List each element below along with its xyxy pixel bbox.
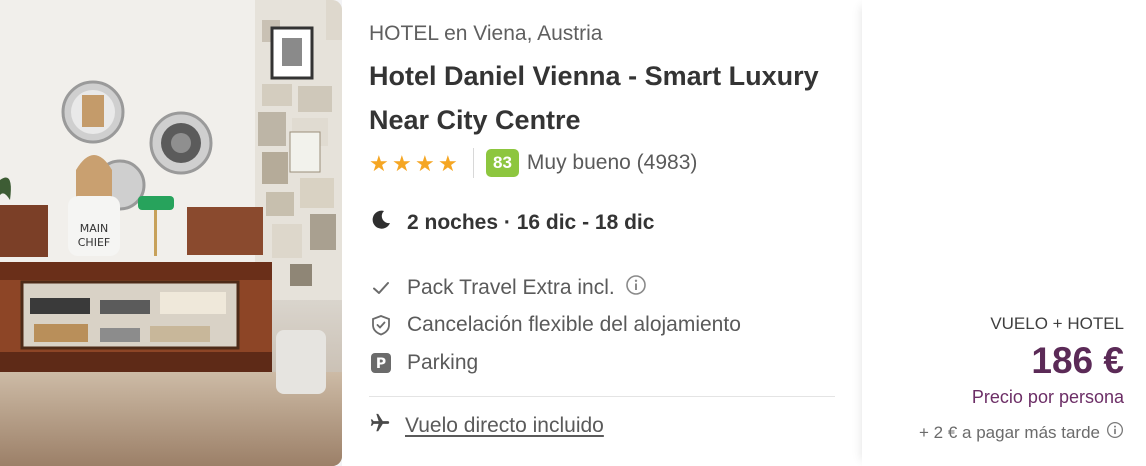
svg-text:CHIEF: CHIEF bbox=[78, 236, 110, 249]
hotel-photo[interactable]: MAIN CHIEF bbox=[0, 0, 342, 466]
stay-dates: 2 noches · 16 dic - 18 dic bbox=[407, 210, 655, 234]
rating-label[interactable]: Muy bueno (4983) bbox=[527, 151, 697, 175]
hotel-location: HOTEL en Viena, Austria bbox=[369, 22, 603, 45]
stay-summary: 2 noches · 16 dic - 18 dic bbox=[369, 208, 654, 237]
price-per-person: Precio por persona bbox=[971, 387, 1124, 407]
rating-row: ★ ★ ★ ★ 83 Muy bueno (4983) bbox=[369, 147, 697, 179]
price-panel: VUELO + HOTEL 186 € Precio por persona +… bbox=[862, 0, 1146, 466]
star-icon: ★ bbox=[438, 150, 458, 176]
flight-info[interactable]: Vuelo directo incluido bbox=[369, 412, 604, 439]
star-icon: ★ bbox=[392, 150, 412, 176]
score-badge: 83 bbox=[486, 149, 519, 177]
plane-icon bbox=[369, 412, 391, 439]
svg-text:P: P bbox=[376, 356, 386, 372]
extra-charge: + 2 € a pagar más tarde bbox=[919, 421, 1124, 444]
rating-divider bbox=[473, 148, 474, 178]
shield-check-icon bbox=[369, 313, 393, 337]
feature-pack-travel: Pack Travel Extra incl. bbox=[369, 274, 647, 302]
flight-link[interactable]: Vuelo directo incluido bbox=[405, 414, 604, 438]
parking-icon: P bbox=[369, 351, 393, 375]
hotel-result-card[interactable]: MAIN CHIEF HOTEL en Viena, Austria Hotel… bbox=[0, 0, 1146, 466]
info-icon[interactable] bbox=[1106, 421, 1124, 444]
moon-icon bbox=[369, 208, 393, 237]
extra-charge-label: + 2 € a pagar más tarde bbox=[919, 422, 1100, 442]
feature-label: Parking bbox=[407, 351, 479, 374]
feature-label: Pack Travel Extra incl. bbox=[407, 276, 615, 299]
price-amount[interactable]: 186 € bbox=[1031, 340, 1124, 382]
check-icon bbox=[369, 276, 393, 300]
hotel-stars: ★ ★ ★ ★ bbox=[369, 150, 459, 176]
feature-label: Cancelación flexible del alojamiento bbox=[407, 313, 741, 336]
details-divider bbox=[369, 396, 835, 397]
feature-parking: P Parking bbox=[369, 351, 478, 375]
hotel-details: HOTEL en Viena, Austria Hotel Daniel Vie… bbox=[342, 0, 862, 466]
package-type: VUELO + HOTEL bbox=[990, 314, 1124, 333]
star-icon: ★ bbox=[415, 150, 435, 176]
star-icon: ★ bbox=[369, 150, 389, 176]
hotel-name[interactable]: Hotel Daniel Vienna - Smart Luxury Near … bbox=[369, 54, 839, 142]
info-icon[interactable] bbox=[625, 274, 647, 302]
hotel-lobby-image: MAIN CHIEF bbox=[0, 0, 342, 466]
svg-text:MAIN: MAIN bbox=[80, 222, 109, 235]
feature-cancelacion: Cancelación flexible del alojamiento bbox=[369, 313, 741, 337]
